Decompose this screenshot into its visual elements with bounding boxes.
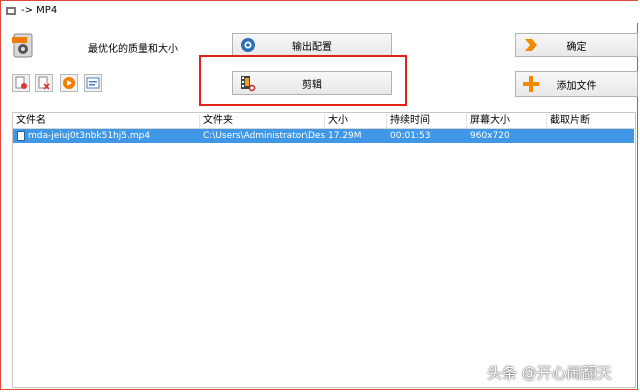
settings-gear-icon (241, 38, 255, 52)
highlight-box (199, 55, 407, 106)
column-header-folder[interactable]: 文件夹 (200, 114, 325, 128)
remove-file-button[interactable] (12, 74, 30, 92)
column-header-resolution[interactable]: 屏幕大小 (467, 114, 547, 128)
cell-size: 17.29M (328, 131, 362, 141)
delete-icon (15, 76, 27, 89)
output-config-label: 输出配置 (292, 41, 332, 53)
play-icon (63, 77, 75, 89)
play-button[interactable] (60, 74, 78, 92)
column-header-size[interactable]: 大小 (325, 114, 387, 128)
mp4-format-icon (12, 33, 33, 58)
clear-icon (38, 76, 50, 90)
output-config-button[interactable]: 输出配置 (232, 33, 392, 57)
table-header: 文件名 文件夹 大小 持续时间 屏幕大小 截取片断 (13, 113, 635, 129)
cell-duration: 00:01:53 (390, 131, 431, 141)
cell-folder: C:\Users\Administrator\Des... (203, 131, 325, 141)
column-header-clip[interactable]: 截取片断 (547, 114, 634, 128)
ok-button[interactable]: 确定 (515, 33, 638, 57)
plus-icon (523, 76, 539, 92)
table-row[interactable]: mda-jeiuj0t3nbk51hj5.mp4 C:\Users\Admini… (13, 129, 634, 143)
watermark-text: 头条 @开心闹翻天 (487, 364, 612, 382)
media-info-icon (86, 77, 100, 89)
cell-filename: mda-jeiuj0t3nbk51hj5.mp4 (28, 131, 151, 141)
cell-clip (547, 129, 635, 143)
ok-label: 确定 (566, 41, 587, 53)
column-header-filename[interactable]: 文件名 (13, 114, 200, 128)
add-file-button[interactable]: 添加文件 (515, 71, 638, 97)
arrow-right-icon (525, 39, 537, 51)
add-file-label: 添加文件 (556, 80, 597, 92)
video-file-icon (17, 131, 25, 141)
cell-resolution: 960x720 (470, 131, 510, 141)
title-bar: -> MP4 (1, 1, 639, 23)
column-header-duration[interactable]: 持续时间 (387, 114, 467, 128)
clear-list-button[interactable] (35, 74, 53, 92)
window-title: -> MP4 (21, 5, 58, 16)
media-info-button[interactable] (84, 74, 102, 92)
app-icon (6, 7, 16, 15)
profile-quality-label: 最优化的质量和大小 (88, 44, 178, 55)
file-list-table[interactable]: 文件名 文件夹 大小 持续时间 屏幕大小 截取片断 mda-jeiuj0t3nb… (12, 112, 636, 388)
